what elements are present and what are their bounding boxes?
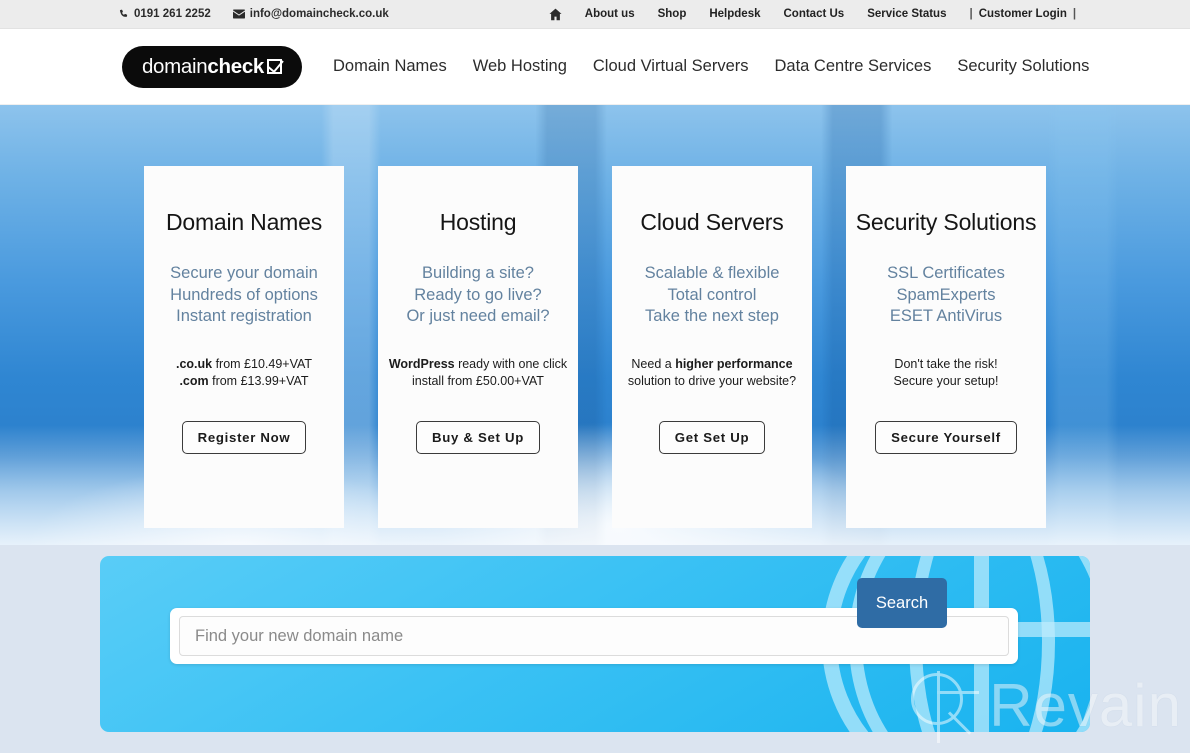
card-note-emphasis: WordPress <box>388 356 455 371</box>
get-set-up-button[interactable]: Get Set Up <box>658 420 766 454</box>
feature-card-security-solutions[interactable]: Security Solutions SSL Certificates Spam… <box>846 166 1046 528</box>
card-sub-line: Secure your domain <box>170 264 318 283</box>
card-sub-line: Hundreds of options <box>170 285 318 304</box>
card-title: Domain Names <box>165 209 323 235</box>
main-navigation: Domain Names Web Hosting Cloud Virtual S… <box>333 57 1089 76</box>
site-header: domain check Domain Names Web Hosting Cl… <box>0 29 1190 105</box>
home-icon[interactable] <box>549 8 562 21</box>
mail-icon <box>232 9 245 19</box>
logo-text-check: check <box>207 54 265 78</box>
email-address: info@domaincheck.co.uk <box>249 8 389 20</box>
site-logo[interactable]: domain check <box>122 45 302 88</box>
nav-item-cloud-virtual-servers[interactable]: Cloud Virtual Servers <box>593 57 749 76</box>
card-note-text: from £13.99+VAT <box>208 374 309 389</box>
card-note: Don't take the risk! Secure your setup! <box>894 356 999 391</box>
card-sub-line: Instant registration <box>176 307 312 326</box>
topbar-link-about-us[interactable]: About us <box>585 8 635 20</box>
register-now-button[interactable]: Register Now <box>181 420 307 454</box>
card-subtitle: Secure your domain Hundreds of options I… <box>170 263 318 328</box>
card-note-text: Secure your setup! <box>893 374 999 389</box>
card-sub-line: ESET AntiVirus <box>889 307 1003 326</box>
card-note: .co.uk from £10.49+VAT .com from £13.99+… <box>176 356 312 391</box>
phone-icon <box>118 9 129 20</box>
card-note-text: Need a <box>631 356 676 371</box>
topbar-link-shop[interactable]: Shop <box>658 8 687 20</box>
feature-card-cloud-servers[interactable]: Cloud Servers Scalable & flexible Total … <box>612 166 812 528</box>
topbar-link-contact-us[interactable]: Contact Us <box>784 8 845 20</box>
card-sub-line: SSL Certificates <box>887 264 1005 283</box>
card-note-text: install from £50.00+VAT <box>412 374 544 389</box>
domain-search-panel: Search <box>100 556 1090 732</box>
feature-card-domain-names[interactable]: Domain Names Secure your domain Hundreds… <box>144 166 344 528</box>
card-sub-line: Scalable & flexible <box>644 264 780 283</box>
card-sub-line: Or just need email? <box>406 307 550 326</box>
topbar-link-service-status[interactable]: Service Status <box>867 8 946 20</box>
card-note-text: solution to drive your website? <box>627 374 797 389</box>
card-note-text: from £10.49+VAT <box>212 356 313 371</box>
card-title: Cloud Servers <box>640 209 784 235</box>
email-contact[interactable]: info@domaincheck.co.uk <box>232 8 389 20</box>
nav-item-security-solutions[interactable]: Security Solutions <box>957 57 1089 76</box>
card-subtitle: Scalable & flexible Total control Take t… <box>645 263 780 328</box>
card-note-text: Don't take the risk! <box>894 356 998 371</box>
card-note-emphasis: higher performance <box>675 356 793 371</box>
separator-left: | <box>969 8 973 20</box>
buy-and-set-up-button[interactable]: Buy & Set Up <box>416 420 540 454</box>
separator-right: | <box>1072 8 1077 20</box>
domain-search-section: Search <box>0 545 1190 753</box>
card-sub-line: SpamExperts <box>896 285 996 304</box>
card-title: Security Solutions <box>855 209 1037 235</box>
phone-contact[interactable]: 0191 261 2252 <box>118 8 211 20</box>
feature-card-list: Domain Names Secure your domain Hundreds… <box>0 166 1190 528</box>
card-sub-line: Building a site? <box>422 264 534 283</box>
page-root: 0191 261 2252 info@domaincheck.co.uk Abo… <box>0 0 1190 753</box>
hero-banner: Domain Names Secure your domain Hundreds… <box>0 105 1190 545</box>
card-note: Need a higher performance solution to dr… <box>628 356 796 391</box>
card-subtitle: Building a site? Ready to go live? Or ju… <box>406 263 549 328</box>
topbar-contact-group: 0191 261 2252 info@domaincheck.co.uk <box>118 8 389 20</box>
search-button[interactable]: Search <box>857 578 947 628</box>
card-sub-line: Ready to go live? <box>414 285 542 304</box>
nav-item-domain-names[interactable]: Domain Names <box>333 57 447 76</box>
customer-login-link[interactable]: Customer Login <box>979 8 1067 20</box>
top-utility-bar: 0191 261 2252 info@domaincheck.co.uk Abo… <box>0 0 1190 29</box>
logo-text-domain: domain <box>141 54 208 78</box>
card-note-text: ready with one click <box>454 356 568 371</box>
topbar-nav: About us Shop Helpdesk Contact Us Servic… <box>549 8 1076 21</box>
card-title: Hosting <box>439 209 517 235</box>
nav-item-web-hosting[interactable]: Web Hosting <box>473 57 567 76</box>
nav-item-data-centre-services[interactable]: Data Centre Services <box>775 57 932 76</box>
phone-number: 0191 261 2252 <box>134 8 211 20</box>
topbar-link-helpdesk[interactable]: Helpdesk <box>709 8 760 20</box>
card-sub-line: Total control <box>667 285 757 304</box>
card-note: WordPress ready with one click install f… <box>389 356 567 391</box>
card-note-emphasis: .co.uk <box>175 356 213 371</box>
card-note-emphasis: .com <box>179 374 209 389</box>
card-subtitle: SSL Certificates SpamExperts ESET AntiVi… <box>887 263 1005 328</box>
card-sub-line: Take the next step <box>645 307 779 326</box>
feature-card-hosting[interactable]: Hosting Building a site? Ready to go liv… <box>378 166 578 528</box>
secure-yourself-button[interactable]: Secure Yourself <box>875 420 1017 454</box>
checkbox-tick-icon <box>267 59 283 74</box>
